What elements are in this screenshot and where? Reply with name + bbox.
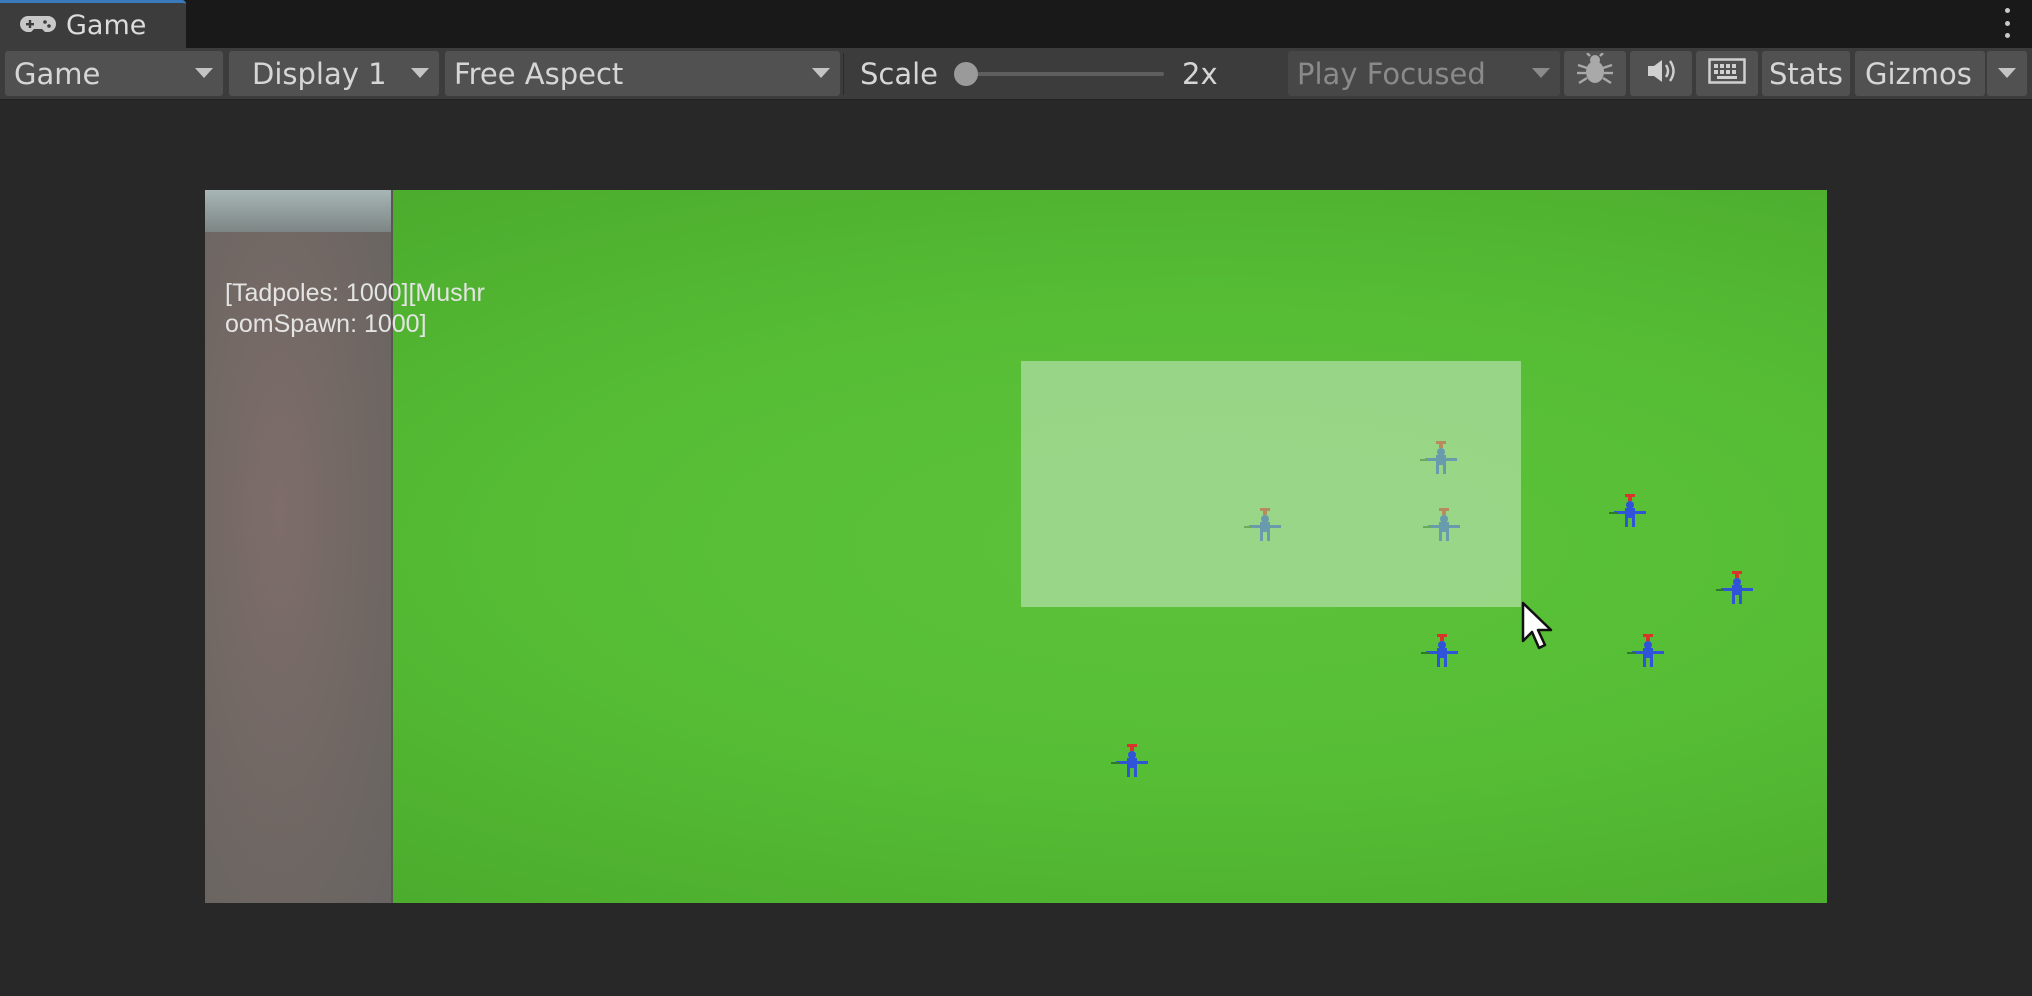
gizmos-button[interactable]: Gizmos — [1855, 51, 1985, 96]
soldier-unit-icon[interactable] — [1626, 633, 1670, 669]
soldier-unit-icon[interactable] — [1420, 633, 1464, 669]
view-dropdown-label: Game — [14, 56, 101, 91]
soldier-sprite-shape — [1420, 441, 1457, 474]
soldier-unit-icon[interactable] — [1419, 440, 1463, 476]
debug-toggle-button[interactable] — [1564, 51, 1626, 96]
aspect-dropdown[interactable]: Free Aspect — [445, 51, 840, 96]
scale-slider-track[interactable] — [964, 72, 1164, 76]
selection-rectangle — [1021, 361, 1521, 607]
wall-top-edge — [205, 190, 391, 232]
gizmos-label: Gizmos — [1865, 56, 1972, 91]
play-mode-dropdown[interactable]: Play Focused — [1288, 51, 1560, 96]
tab-game[interactable]: Game — [0, 0, 186, 48]
chevron-down-icon — [411, 68, 429, 78]
speaker-icon — [1645, 57, 1677, 91]
bug-icon — [1576, 52, 1614, 94]
keyboard-icon — [1708, 57, 1746, 91]
soldier-unit-icon[interactable] — [1110, 743, 1154, 779]
soldier-unit-icon[interactable] — [1422, 507, 1466, 543]
chevron-down-icon — [812, 68, 830, 78]
mute-audio-button[interactable] — [1630, 51, 1692, 96]
gamepad-icon — [20, 14, 56, 38]
scale-slider-thumb[interactable] — [954, 62, 978, 86]
aspect-dropdown-label: Free Aspect — [454, 56, 624, 91]
stats-label: Stats — [1768, 56, 1844, 91]
play-mode-dropdown-label: Play Focused — [1297, 56, 1486, 91]
chevron-down-icon — [1532, 68, 1550, 78]
scale-control: Scale 2x — [844, 51, 1284, 96]
window-tab-strip: Game — [0, 0, 2032, 48]
soldier-unit-icon[interactable] — [1608, 493, 1652, 529]
soldier-unit-icon[interactable] — [1243, 507, 1287, 543]
scale-label: Scale — [860, 56, 939, 91]
scale-value: 2x — [1182, 57, 1218, 91]
soldier-unit-icon[interactable] — [1715, 570, 1759, 606]
gizmos-dropdown-button[interactable] — [1987, 51, 2027, 96]
display-dropdown-label: Display 1 — [252, 56, 387, 91]
keyboard-shortcuts-button[interactable] — [1696, 51, 1758, 96]
tab-title: Game — [66, 10, 147, 41]
mouse-cursor-icon — [1521, 601, 1553, 650]
game-render-area[interactable]: [Tadpoles: 1000][MushroomSpawn: 1000] — [205, 190, 1827, 903]
display-dropdown[interactable]: Display 1 — [229, 51, 439, 96]
chevron-down-icon — [1998, 68, 2016, 78]
stats-button[interactable]: Stats — [1762, 51, 1850, 96]
view-dropdown[interactable]: Game — [5, 51, 223, 96]
game-toolbar: Game Display 1 Free Aspect Scale 2x Play… — [0, 48, 2032, 100]
hud-spawn-counters: [Tadpoles: 1000][MushroomSpawn: 1000] — [225, 279, 485, 338]
kebab-menu-icon[interactable] — [2002, 8, 2012, 38]
chevron-down-icon — [195, 68, 213, 78]
